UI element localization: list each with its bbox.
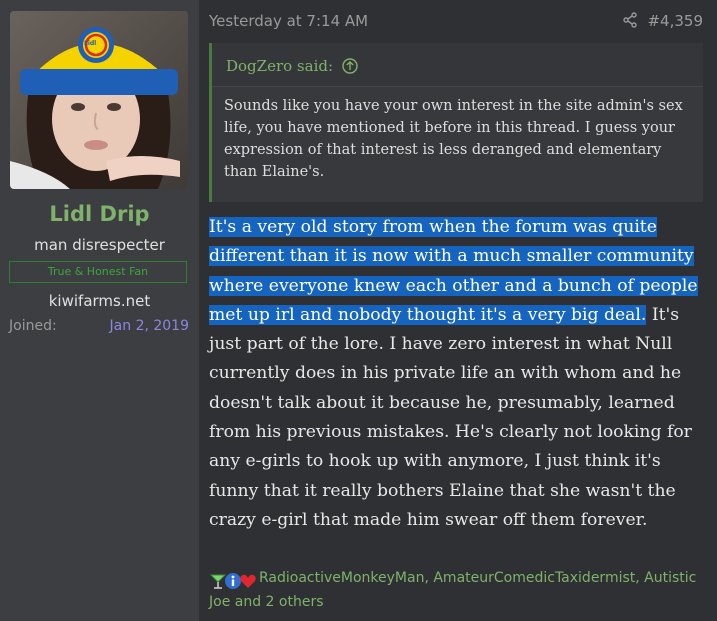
heart-icon <box>240 574 256 588</box>
user-column: Lidl Lidl Drip man disrespecter True & H… <box>0 0 199 621</box>
post-body-text: It's just part of the lore. I have zero … <box>209 304 692 530</box>
reaction-users[interactable]: RadioactiveMonkeyMan, AmateurComedicTaxi… <box>209 570 696 610</box>
share-icon[interactable] <box>622 12 638 28</box>
quote-header[interactable]: DogZero said: <box>212 43 703 87</box>
avatar[interactable]: Lidl <box>10 11 188 189</box>
avatar-image <box>10 11 188 189</box>
username[interactable]: Lidl Drip <box>0 202 199 226</box>
arrow-up-circle-icon[interactable] <box>342 58 358 74</box>
avatar-logo-text: Lidl <box>84 40 97 47</box>
selected-text: It's a very old story from when the foru… <box>209 217 698 325</box>
reactions-bar[interactable]: RadioactiveMonkeyMan, AmateurComedicTaxi… <box>209 568 709 613</box>
post-date[interactable]: Yesterday at 7:14 AM <box>209 12 368 30</box>
reaction-icons <box>209 571 257 592</box>
user-site: kiwifarms.net <box>48 292 151 310</box>
user-banner: True & Honest Fan <box>9 261 187 283</box>
quote-block: DogZero said: Sounds like you have your … <box>209 43 703 202</box>
quote-author[interactable]: DogZero said: <box>226 57 333 75</box>
quote-text: Sounds like you have your own interest i… <box>224 98 683 180</box>
joined-label: Joined: <box>9 318 57 334</box>
forum-post: Lidl Lidl Drip man disrespecter True & H… <box>0 0 717 621</box>
post-body: It's a very old story from when the foru… <box>209 213 709 535</box>
post-main: Yesterday at 7:14 AM #4,359 DogZero said… <box>199 0 717 621</box>
joined-date: Jan 2, 2019 <box>109 318 189 334</box>
post-number[interactable]: #4,359 <box>647 12 703 30</box>
user-title: man disrespecter <box>34 236 165 254</box>
